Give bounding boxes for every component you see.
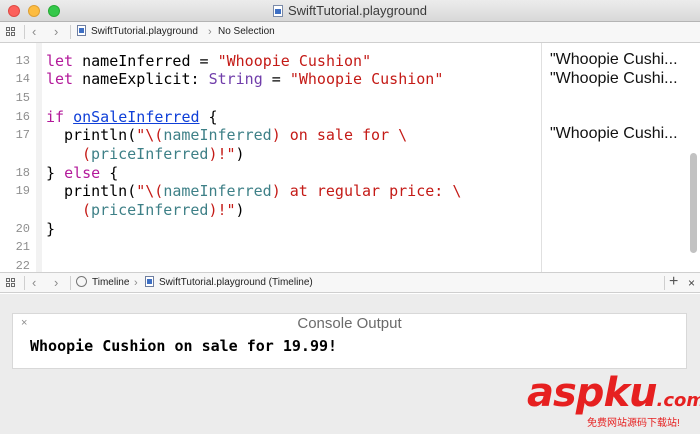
string-literal: ( bbox=[82, 201, 92, 219]
divider bbox=[70, 25, 71, 39]
type-name: String bbox=[208, 70, 263, 88]
punctuation: : bbox=[190, 70, 209, 88]
line-number-gutter: 13 14 15 16 17 18 19 20 21 22 bbox=[0, 43, 36, 273]
result-value[interactable]: "Whoopie Cushi... bbox=[550, 70, 678, 88]
string-literal: ) on sale for \ bbox=[271, 126, 408, 144]
console-output-panel: × Console Output Whoopie Cushion on sale… bbox=[12, 313, 687, 369]
divider bbox=[24, 25, 25, 39]
interpolated-variable: priceInferred bbox=[91, 145, 209, 163]
back-arrow-icon[interactable]: ‹ bbox=[32, 273, 36, 293]
code-line-18: } else { bbox=[46, 164, 118, 182]
interpolated-variable: nameInferred bbox=[163, 126, 272, 144]
add-icon[interactable]: + bbox=[669, 272, 678, 292]
code-line-14: let nameExplicit: String = "Whoopie Cush… bbox=[46, 70, 443, 88]
code-line-17: println("\(nameInferred) on sale for \ bbox=[64, 126, 407, 144]
code-line-13: let nameInferred = "Whoopie Cushion" bbox=[46, 52, 371, 70]
console-output-text: Whoopie Cushion on sale for 19.99! bbox=[30, 337, 338, 355]
function-call: println( bbox=[64, 182, 137, 200]
line-number: 13 bbox=[15, 54, 30, 68]
breadcrumb-selection[interactable]: No Selection bbox=[218, 22, 275, 42]
code-line-19-continued: (priceInferred)!") bbox=[82, 201, 245, 219]
divider bbox=[664, 276, 665, 290]
string-literal: "Whoopie Cushion" bbox=[289, 70, 444, 88]
divider bbox=[24, 276, 25, 290]
interpolated-variable: priceInferred bbox=[91, 201, 209, 219]
window-title-area: SwiftTutorial.playground bbox=[0, 3, 700, 18]
grid-icon[interactable] bbox=[6, 27, 16, 37]
back-arrow-icon[interactable]: ‹ bbox=[32, 22, 36, 42]
timeline-label: Timeline bbox=[92, 277, 130, 288]
breadcrumb-chevron-icon: › bbox=[208, 26, 212, 38]
playground-file-icon bbox=[145, 276, 154, 287]
timeline-selector[interactable]: Timeline bbox=[76, 273, 129, 293]
result-value[interactable]: "Whoopie Cushi... bbox=[550, 51, 678, 69]
line-number: 16 bbox=[15, 110, 30, 124]
code-line-19: println("\(nameInferred) at regular pric… bbox=[64, 182, 461, 200]
playground-file-icon bbox=[77, 25, 86, 36]
watermark-domain: .com bbox=[656, 390, 700, 411]
timeline-file[interactable]: SwiftTutorial.playground (Timeline) bbox=[145, 273, 313, 293]
forward-arrow-icon[interactable]: › bbox=[54, 22, 58, 42]
keyword: else bbox=[64, 164, 101, 182]
code-line-20: } bbox=[46, 220, 55, 238]
string-literal: ) at regular price: \ bbox=[271, 182, 462, 200]
keyword: let bbox=[46, 52, 74, 70]
line-number: 19 bbox=[15, 184, 30, 198]
punctuation: ) bbox=[235, 145, 245, 163]
identifier: nameInferred bbox=[82, 52, 191, 70]
punctuation: } bbox=[46, 220, 56, 238]
punctuation: } bbox=[46, 164, 65, 182]
code-line-16: if onSaleInferred { bbox=[46, 108, 218, 126]
playground-file-icon bbox=[273, 5, 283, 17]
code-fold-ribbon[interactable] bbox=[36, 43, 42, 272]
function-call: println( bbox=[64, 126, 137, 144]
keyword: let bbox=[46, 70, 74, 88]
string-literal: )!" bbox=[208, 145, 236, 163]
line-number: 20 bbox=[15, 222, 30, 236]
string-literal: "\( bbox=[136, 126, 164, 144]
code-editor[interactable]: 13 14 15 16 17 18 19 20 21 22 let nameIn… bbox=[0, 43, 700, 273]
breadcrumb-file-label: SwiftTutorial.playground bbox=[91, 26, 198, 37]
breadcrumb-file[interactable]: SwiftTutorial.playground bbox=[77, 22, 198, 42]
operator: = bbox=[262, 70, 290, 88]
watermark-main: asp bbox=[527, 370, 604, 416]
timeline-file-label: SwiftTutorial.playground (Timeline) bbox=[159, 277, 313, 288]
grid-icon[interactable] bbox=[6, 278, 16, 288]
string-literal: "Whoopie Cushion" bbox=[217, 52, 372, 70]
punctuation: ) bbox=[235, 201, 245, 219]
code-line-17-continued: (priceInferred)!") bbox=[82, 145, 245, 163]
watermark-main: ku bbox=[603, 370, 657, 416]
window-titlebar: SwiftTutorial.playground bbox=[0, 0, 700, 22]
watermark-logo: aspku.com 免费网站源码下载站! bbox=[527, 370, 700, 430]
divider bbox=[70, 276, 71, 290]
punctuation: { bbox=[100, 164, 119, 182]
window-title: SwiftTutorial.playground bbox=[288, 3, 427, 18]
string-literal: "\( bbox=[136, 182, 164, 200]
identifier: nameExplicit bbox=[82, 70, 191, 88]
breadcrumb-chevron-icon: › bbox=[134, 277, 138, 289]
close-icon[interactable]: × bbox=[688, 273, 695, 293]
line-number: 14 bbox=[15, 72, 30, 86]
keyword: if bbox=[46, 108, 65, 126]
line-number: 18 bbox=[15, 166, 30, 180]
watermark-tagline: 免费网站源码下载站! bbox=[587, 418, 680, 429]
console-title: Console Output bbox=[297, 315, 402, 332]
result-value[interactable]: "Whoopie Cushi... bbox=[550, 125, 678, 143]
timeline-icon bbox=[76, 276, 87, 287]
line-number: 15 bbox=[15, 91, 30, 105]
line-number: 22 bbox=[15, 259, 30, 273]
punctuation: { bbox=[199, 108, 218, 126]
vertical-scrollbar[interactable] bbox=[690, 153, 697, 253]
identifier-link[interactable]: onSaleInferred bbox=[73, 108, 199, 126]
line-number: 21 bbox=[15, 240, 30, 254]
editor-jump-bar: ‹ › SwiftTutorial.playground › No Select… bbox=[0, 22, 700, 43]
forward-arrow-icon[interactable]: › bbox=[54, 273, 58, 293]
line-number: 17 bbox=[15, 128, 30, 142]
operator: = bbox=[190, 52, 218, 70]
timeline-jump-bar: ‹ › Timeline › SwiftTutorial.playground … bbox=[0, 272, 700, 293]
string-literal: ( bbox=[82, 145, 92, 163]
interpolated-variable: nameInferred bbox=[163, 182, 272, 200]
string-literal: )!" bbox=[208, 201, 236, 219]
